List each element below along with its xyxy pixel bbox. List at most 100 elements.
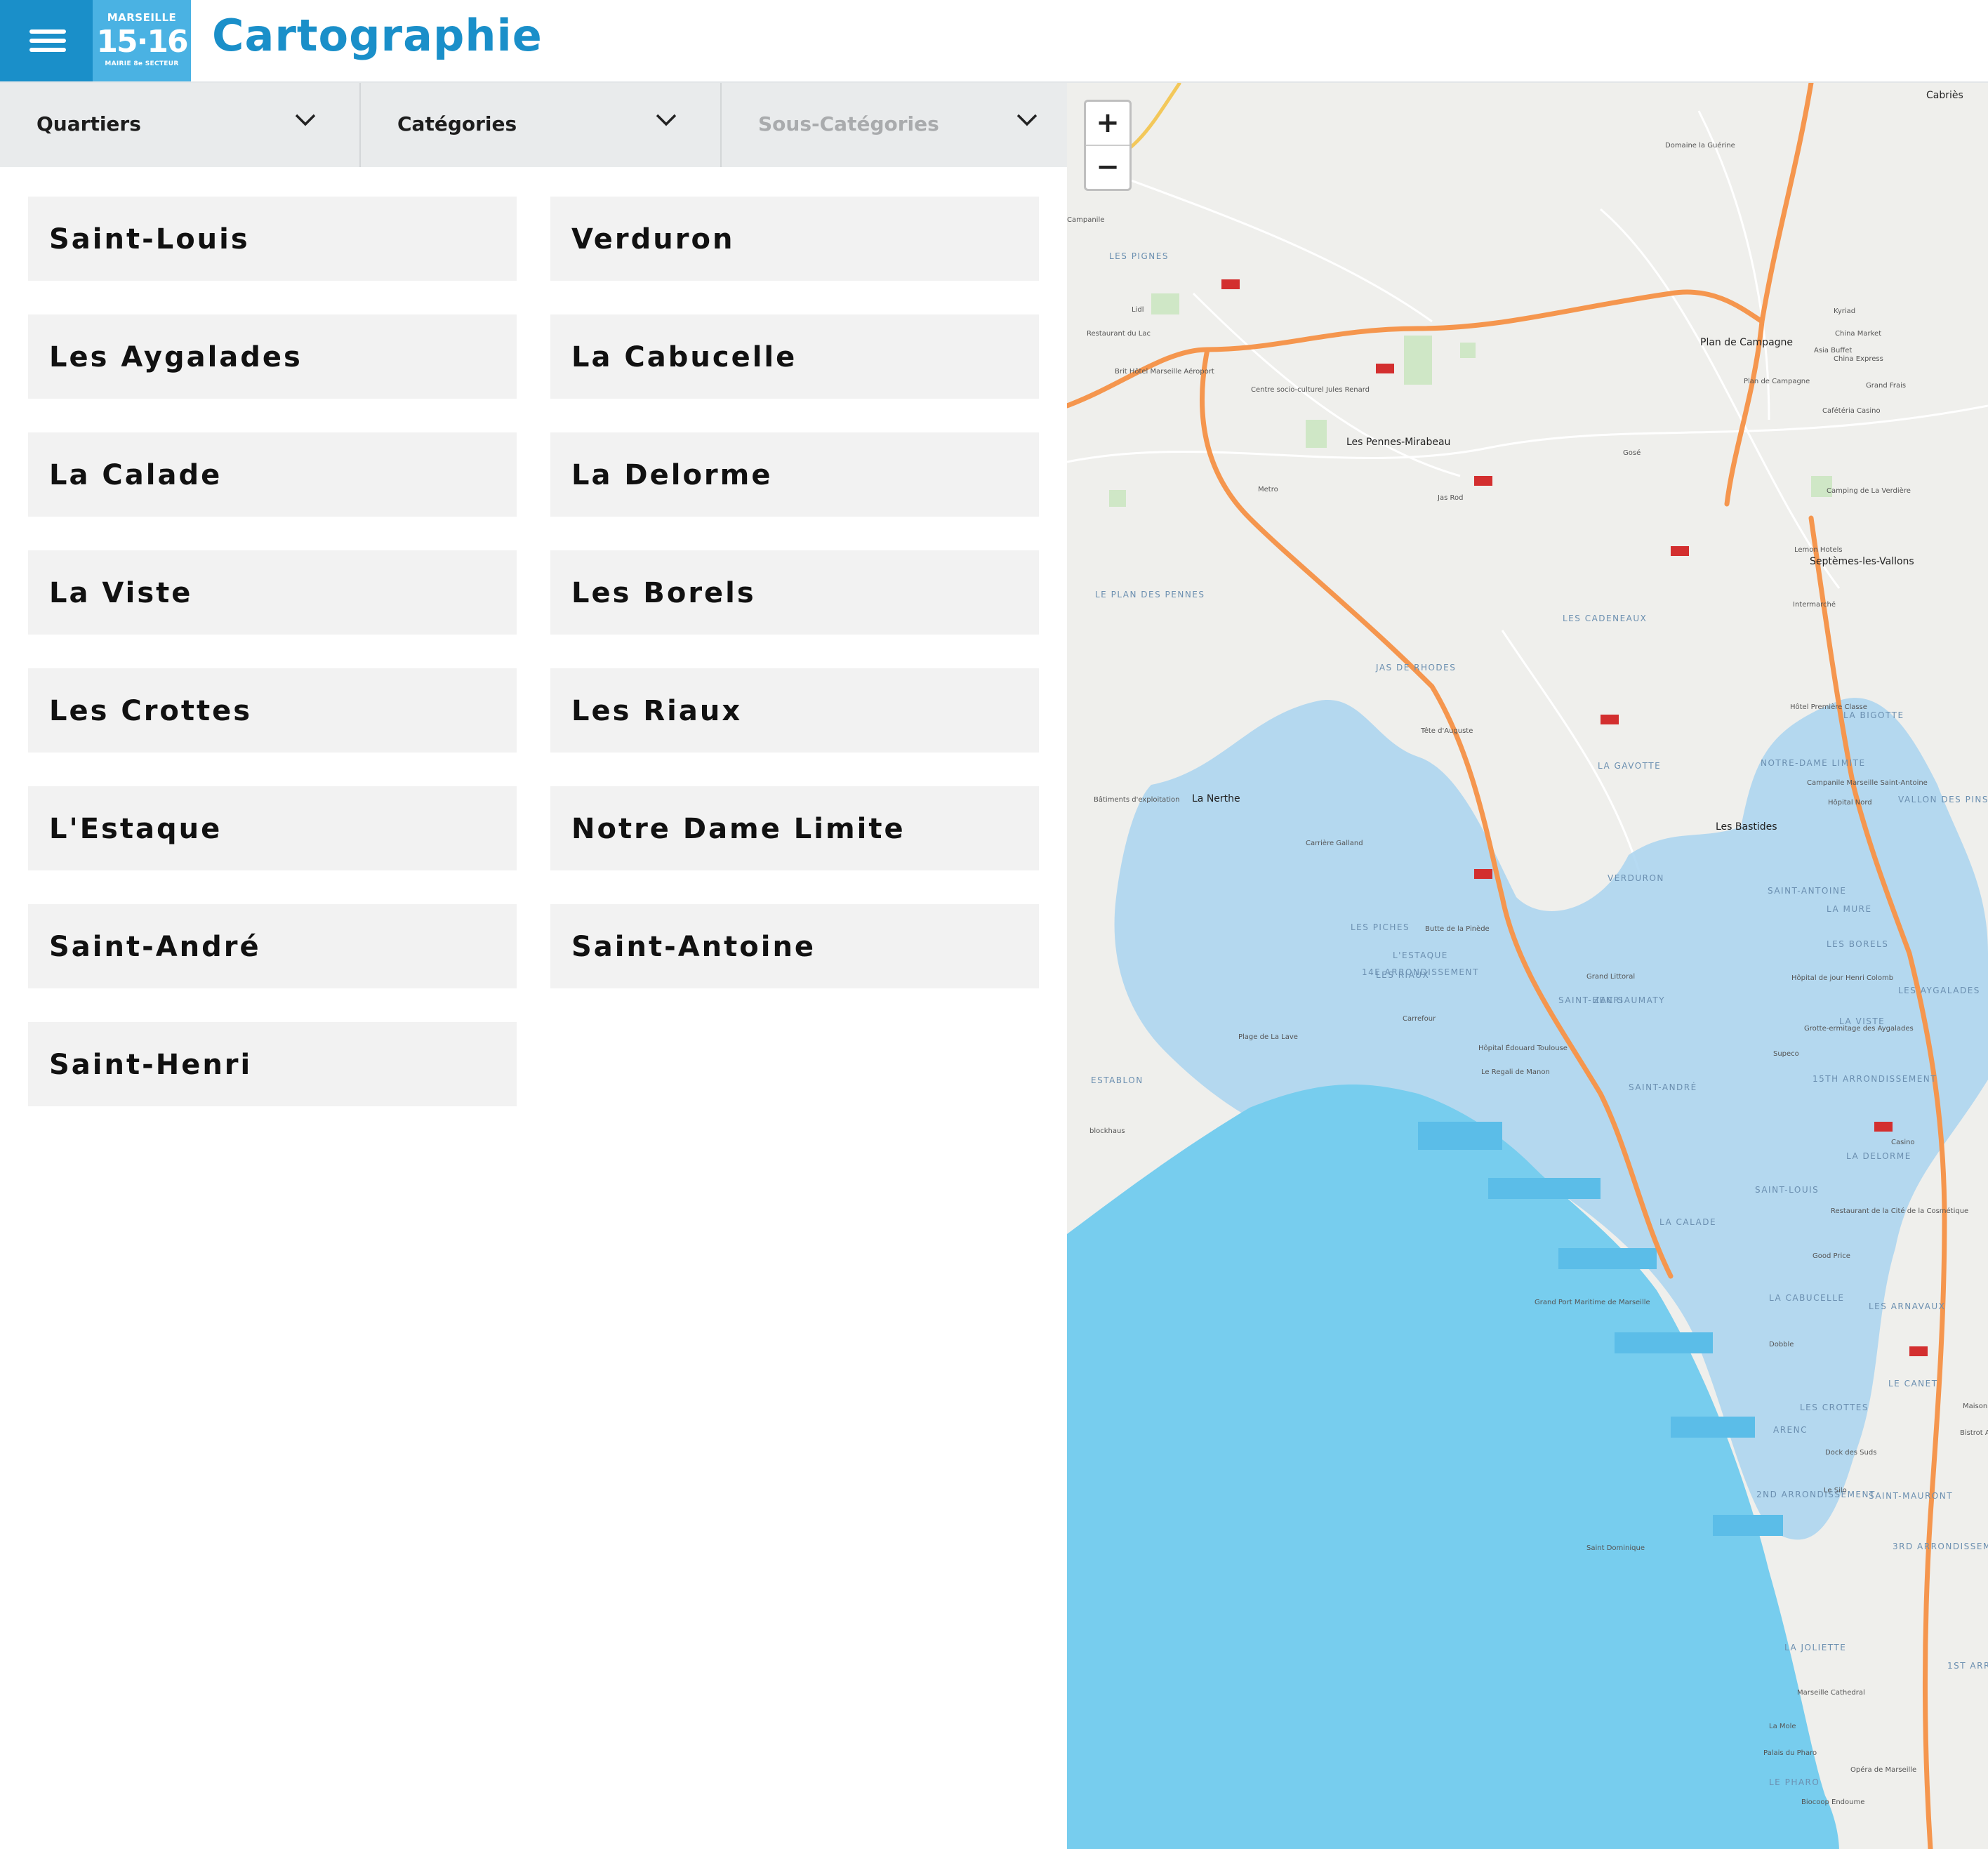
district-label: Saint-Antoine [571,931,816,963]
map-poi-label: Bistrot Alexandre [1960,1429,1988,1437]
map-poi-label: Carrefour [1403,1015,1436,1023]
zoom-control: + − [1084,100,1132,191]
map-poi-label: Grand Port Maritime de Marseille [1535,1299,1650,1306]
map-poi-label: Marseille Cathedral [1797,1689,1865,1697]
chevron-down-icon [295,114,316,126]
map-town-label: Cabriès [1926,90,1963,101]
map-poi-label: Camping de La Verdière [1827,487,1911,495]
district-tile-les-riaux[interactable]: Les Riaux [550,668,1039,753]
map-poi-label: Domaine la Guérine [1665,142,1735,150]
map-poi-label: Le Regali de Manon [1481,1068,1550,1076]
district-label: Saint-Henri [49,1049,253,1081]
map-district-label: LA MURE [1827,904,1872,914]
map-poi-label: Tête d'Auguste [1421,727,1473,735]
district-tile-la-calade[interactable]: La Calade [28,432,517,517]
quartiers-dropdown-label: Quartiers [37,112,141,135]
map-view[interactable]: + − Les Pennes-Mirabeau Plan de Campagne S… [1067,83,1988,1849]
map-poi-label: China Market [1835,330,1882,338]
zoom-out-button[interactable]: − [1086,146,1129,189]
district-label: La Viste [49,577,193,609]
map-poi-label: Restaurant de la Cité de la Cosmétique [1831,1207,1969,1215]
map-district-label: ARENC [1773,1425,1808,1435]
district-tile-saint-antoine[interactable]: Saint-Antoine [550,904,1039,988]
map-town-label: La Nerthe [1192,793,1240,804]
map-district-label: SAINT-ANTOINE [1768,886,1847,896]
map-poi-label: Gosé [1623,449,1641,457]
district-tile-saint-louis[interactable]: Saint-Louis [28,197,517,281]
district-tile-les-borels[interactable]: Les Borels [550,550,1039,635]
logo[interactable]: MARSEILLE 15·16 MAIRIE 8e SECTEUR [93,0,191,81]
district-tile-verduron[interactable]: Verduron [550,197,1039,281]
map-poi-label: Plan de Campagne [1744,378,1810,385]
map-poi-label: Dobble [1769,1341,1794,1348]
map-poi-label: Grand Littoral [1586,973,1636,981]
map-town-label: Septèmes-les-Vallons [1810,556,1914,567]
district-tile-la-delorme[interactable]: La Delorme [550,432,1039,517]
map-district-label: LA GAVOTTE [1598,761,1662,771]
map-poi-label: Bâtiments d'exploitation [1094,796,1180,804]
map-district-label: LES PIGNES [1109,251,1169,261]
map-poi-label: Le Silo [1824,1487,1847,1495]
map-district-label: LA BIGOTTE [1843,710,1904,720]
sous-categories-dropdown[interactable]: Sous-Catégories [722,83,1067,167]
app-header: MARSEILLE 15·16 MAIRIE 8e SECTEUR Cartog… [0,0,1988,83]
map-district-label: SAINT-LOUIS [1755,1185,1820,1195]
district-tile-saint-andre[interactable]: Saint-André [28,904,517,988]
map-poi-label: Palais du Pharo [1763,1749,1817,1757]
filter-bar: Quartiers Catégories Sous-Catégories [0,83,1067,167]
categories-dropdown[interactable]: Catégories [361,83,722,167]
map-poi-label: Hôpital Édouard Toulouse [1478,1045,1568,1052]
map-district-label: LE PLAN DES PENNES [1095,590,1205,599]
map-district-label: LES CADENEAUX [1563,614,1648,623]
district-tile-notre-dame-limite[interactable]: Notre Dame Limite [550,786,1039,870]
map-poi-label: Kyriad [1834,307,1856,315]
map-district-label: ZAC SAUMATY [1593,995,1666,1005]
map-district-label: LE CANET [1888,1379,1938,1389]
map-district-label: ESTABLON [1091,1075,1144,1085]
map-district-label: LE PHARO [1769,1777,1820,1787]
district-tile-saint-henri[interactable]: Saint-Henri [28,1022,517,1106]
map-poi-label: Centre socio-culturel Jules Renard [1251,386,1370,394]
map-poi-label: Opéra de Marseille [1850,1766,1917,1774]
map-district-label: LA DELORME [1846,1151,1911,1161]
map-poi-label: Hôpital de jour Henri Colomb [1791,974,1894,982]
district-tile-la-viste[interactable]: La Viste [28,550,517,635]
map-poi-label: Brit Hôtel Marseille Aéroport [1115,368,1214,376]
map-district-label: SAINT-ANDRÉ [1629,1082,1697,1092]
map-poi-label: Intermarché [1793,601,1836,609]
map-poi-label: Restaurant du Lac [1087,330,1151,338]
district-label: La Delorme [571,459,773,491]
district-tile-la-cabucelle[interactable]: La Cabucelle [550,314,1039,399]
sous-categories-dropdown-label: Sous-Catégories [758,112,939,135]
menu-button[interactable] [0,0,93,81]
map-district-label: JAS DE RHODES [1376,663,1457,672]
chevron-down-icon [656,114,677,126]
map-district-label: 2ND ARRONDISSEMENT [1756,1490,1876,1499]
map-district-label: 15TH ARRONDISSEMENT [1813,1074,1937,1084]
map-district-label: 3RD ARRONDISSEMENT [1893,1542,1988,1551]
district-label: Notre Dame Limite [571,813,906,845]
map-poi-label: Metro [1258,486,1278,493]
quartiers-dropdown[interactable]: Quartiers [0,83,361,167]
map-poi-label: Lemon Hotels [1794,546,1843,554]
map-district-label: VERDURON [1608,873,1664,883]
district-tile-lestaque[interactable]: L'Estaque [28,786,517,870]
map-poi-label: Asia Buffet [1814,347,1853,354]
categories-dropdown-label: Catégories [397,112,517,135]
district-tile-les-aygalades[interactable]: Les Aygalades [28,314,517,399]
chevron-down-icon [1016,114,1038,126]
district-tile-les-crottes[interactable]: Les Crottes [28,668,517,753]
map-district-label: SAINT-MAURONT [1869,1491,1954,1501]
zoom-in-button[interactable]: + [1086,102,1129,145]
district-label: La Calade [49,459,223,491]
map-district-label: NOTRE-DAME LIMITE [1761,758,1866,768]
map-poi-label: Butte de la Pinède [1425,925,1490,933]
map-poi-label: Lidl [1132,306,1144,314]
map-district-label: LES ARNAVAUX [1869,1301,1946,1311]
map-poi-label: Saint Dominique [1586,1544,1645,1552]
map-poi-label: China Express [1834,355,1883,363]
map-poi-label: Biocoop Endoume [1801,1798,1865,1806]
logo-line1: MARSEILLE [107,11,177,24]
map-poi-label: Cafétéria Casino [1822,407,1881,415]
district-label: Les Aygalades [49,341,303,373]
